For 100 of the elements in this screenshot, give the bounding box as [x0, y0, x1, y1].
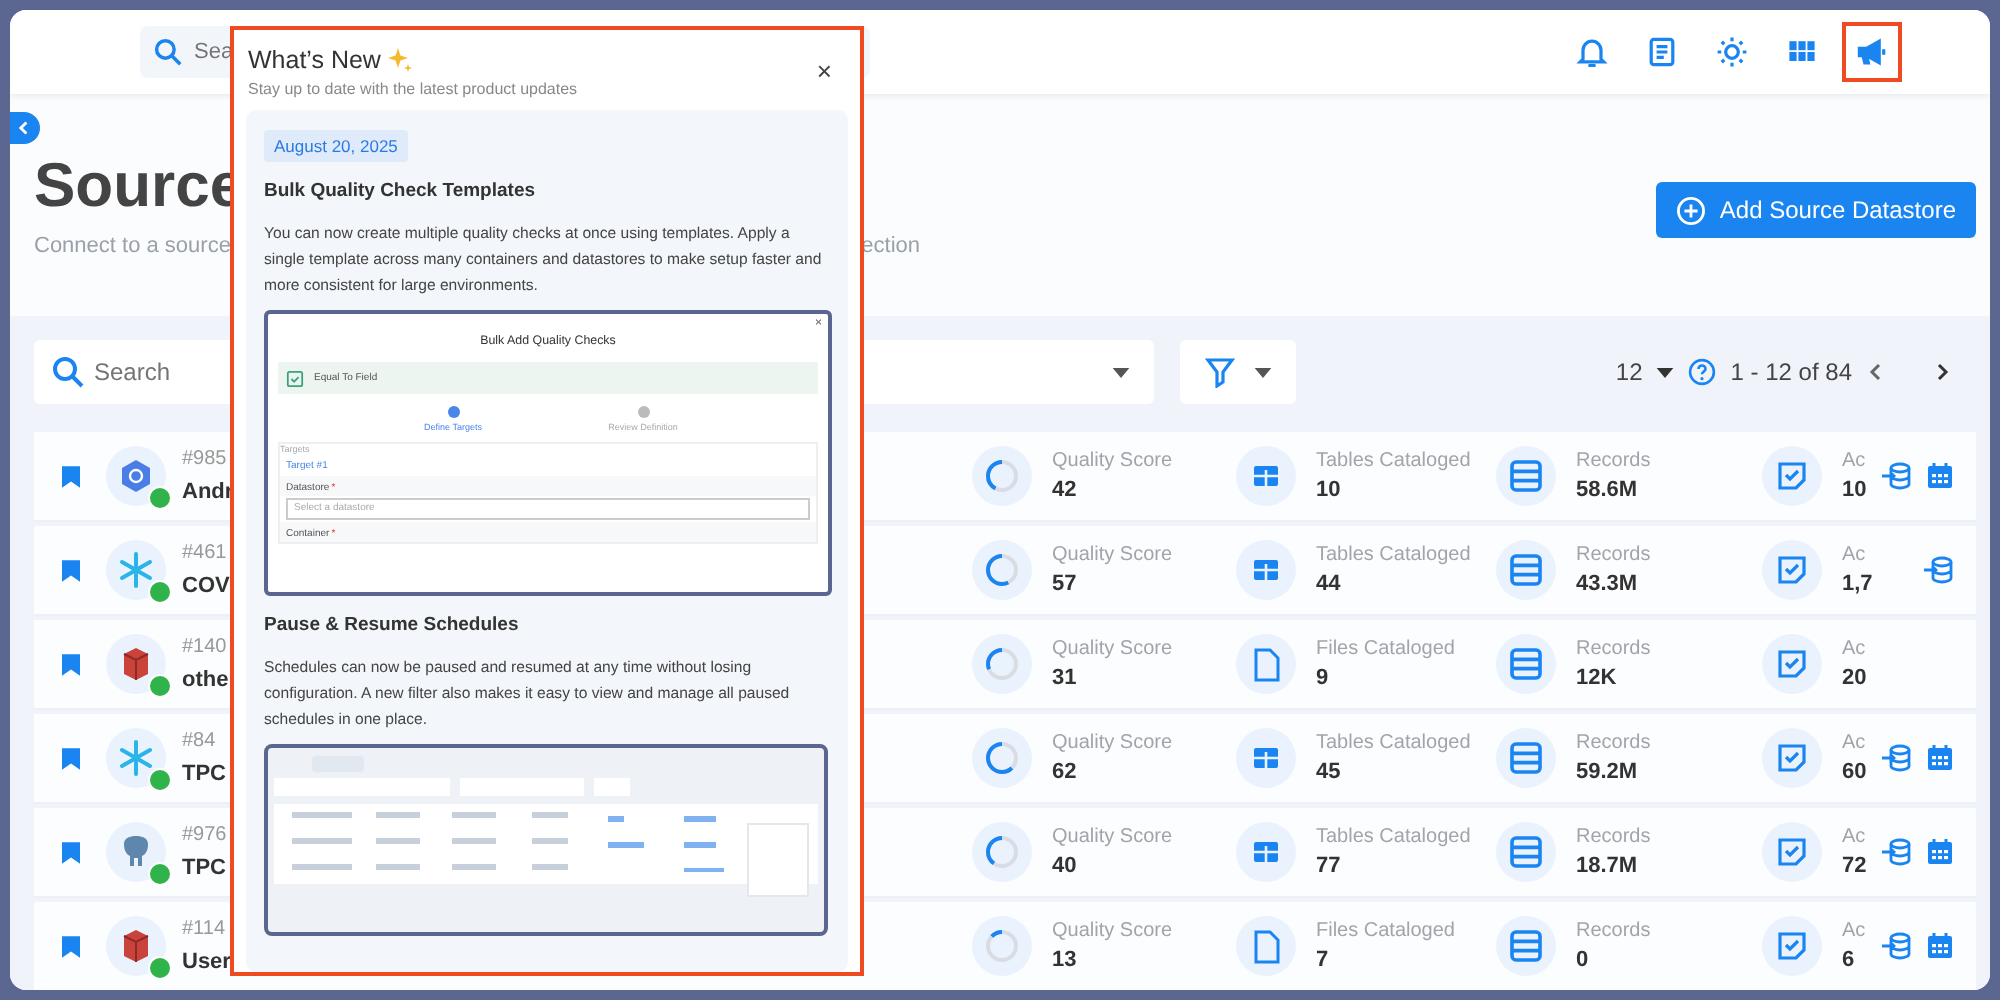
- metric-value: 60: [1842, 758, 1867, 788]
- checked-note-icon: [1762, 822, 1822, 882]
- date-badge: August 20, 2025: [264, 130, 408, 162]
- metric-label: Records: [1576, 824, 1651, 852]
- status-dot: [148, 674, 172, 698]
- list-icon: [1496, 446, 1556, 506]
- table-icon: [1236, 822, 1296, 882]
- previous-page-icon[interactable]: [1866, 362, 1886, 382]
- megaphone-icon: [1854, 34, 1890, 70]
- status-dot: [148, 956, 172, 980]
- collapse-button[interactable]: [10, 112, 40, 144]
- datastore-name: othe: [182, 666, 229, 696]
- list-icon: [1496, 728, 1556, 788]
- caret-down-icon[interactable]: [1656, 367, 1675, 377]
- datastore-name: TPC: [182, 760, 226, 790]
- table-icon: [1236, 540, 1296, 600]
- metric-value: 12K: [1576, 664, 1617, 694]
- metric-value: 62: [1052, 758, 1077, 788]
- metric-value: 13: [1052, 946, 1077, 976]
- metric-label: Records: [1576, 542, 1651, 570]
- snowflake-icon: [116, 738, 156, 778]
- file-icon: [1236, 916, 1296, 976]
- chevron-left-icon: [16, 120, 32, 136]
- metric-value: 77: [1316, 852, 1341, 882]
- metric-value: 42: [1052, 476, 1077, 506]
- page-subtitle: Connect to a source: [34, 234, 231, 258]
- filter-icon: [1204, 356, 1236, 388]
- database-arrow-icon[interactable]: [1880, 462, 1912, 490]
- checked-note-icon: [1762, 446, 1822, 506]
- database-arrow-icon[interactable]: [1880, 838, 1912, 866]
- datastore-name: User: [182, 948, 231, 978]
- megaphone-button[interactable]: [1842, 22, 1902, 82]
- file-icon: [1236, 634, 1296, 694]
- bookmark-icon[interactable]: [61, 559, 79, 581]
- table-icon: [1236, 446, 1296, 506]
- quality-ring-icon: [972, 916, 1032, 976]
- list-icon: [1496, 916, 1556, 976]
- calendar-icon[interactable]: [1926, 932, 1954, 960]
- database-arrow-icon[interactable]: [1922, 556, 1954, 584]
- bookmark-icon[interactable]: [61, 747, 79, 769]
- checked-note-icon: [1762, 540, 1822, 600]
- help-icon[interactable]: [1688, 358, 1717, 386]
- filter-button[interactable]: [1180, 340, 1296, 404]
- dialog-title: What’s New: [248, 46, 381, 74]
- quality-ring-icon: [972, 728, 1032, 788]
- metric-value: 1,7: [1842, 570, 1873, 600]
- metric-label: Quality Score: [1052, 730, 1173, 758]
- snowflake-icon: [116, 550, 156, 590]
- metric-value: 31: [1052, 664, 1077, 694]
- metric-label: Files Cataloged: [1316, 918, 1455, 946]
- checked-note-icon: [1762, 728, 1822, 788]
- update-title: Bulk Quality Check Templates: [264, 180, 538, 202]
- metric-value: 18.7M: [1576, 852, 1638, 882]
- datastore-name: TPC: [182, 854, 226, 884]
- close-button[interactable]: ×: [816, 46, 844, 84]
- next-page-icon[interactable]: [1932, 362, 1952, 382]
- metric-value: 0: [1576, 946, 1589, 976]
- metric-value: 9: [1316, 664, 1329, 694]
- datastore-id: #84: [182, 728, 216, 756]
- metric-value: 58.6M: [1576, 476, 1638, 506]
- calendar-icon[interactable]: [1926, 838, 1954, 866]
- datastore-name: Andr: [182, 478, 234, 508]
- list-icon: [1496, 634, 1556, 694]
- metric-value: 57: [1052, 570, 1077, 600]
- metric-value: 7: [1316, 946, 1329, 976]
- calendar-icon[interactable]: [1926, 462, 1954, 490]
- metric-label: Quality Score: [1052, 636, 1173, 664]
- status-dot: [148, 768, 172, 792]
- table-icon: [1236, 728, 1296, 788]
- sun-icon: [1714, 34, 1750, 70]
- add-source-datastore-button[interactable]: Add Source Datastore: [1655, 182, 1976, 238]
- metric-value: 44: [1316, 570, 1341, 600]
- bookmark-icon[interactable]: [61, 935, 79, 957]
- page-subtitle: ection: [861, 234, 920, 258]
- calendar-icon[interactable]: [1926, 744, 1954, 772]
- list-icon: [1496, 822, 1556, 882]
- bookmark-icon[interactable]: [61, 465, 79, 487]
- page-size-value[interactable]: 12: [1615, 358, 1643, 386]
- database-arrow-icon[interactable]: [1880, 932, 1912, 960]
- bookmark-icon[interactable]: [61, 841, 79, 863]
- metric-label: Quality Score: [1052, 824, 1173, 852]
- database-arrow-icon[interactable]: [1880, 744, 1912, 772]
- bell-icon: [1574, 34, 1610, 70]
- metric-value: 10: [1316, 476, 1341, 506]
- bookmark-icon[interactable]: [61, 653, 79, 675]
- hexagon-icon: [116, 456, 156, 496]
- caret-down-icon: [1254, 367, 1272, 377]
- status-dot: [148, 580, 172, 604]
- dialog-subtitle: Stay up to date with the latest product updates: [248, 80, 578, 98]
- metric-label: Ac: [1842, 636, 1866, 664]
- metric-label: Tables Cataloged: [1316, 448, 1471, 476]
- datastore-id: #461: [182, 540, 227, 568]
- metric-label: Tables Cataloged: [1316, 824, 1471, 852]
- metric-label: Ac: [1842, 918, 1866, 946]
- datastore-id: #140: [182, 634, 227, 662]
- quality-ring-icon: [972, 446, 1032, 506]
- quality-ring-icon: [972, 634, 1032, 694]
- update-title: Pause & Resume Schedules: [264, 614, 521, 636]
- metric-value: 59.2M: [1576, 758, 1638, 788]
- check-icon: [286, 369, 304, 387]
